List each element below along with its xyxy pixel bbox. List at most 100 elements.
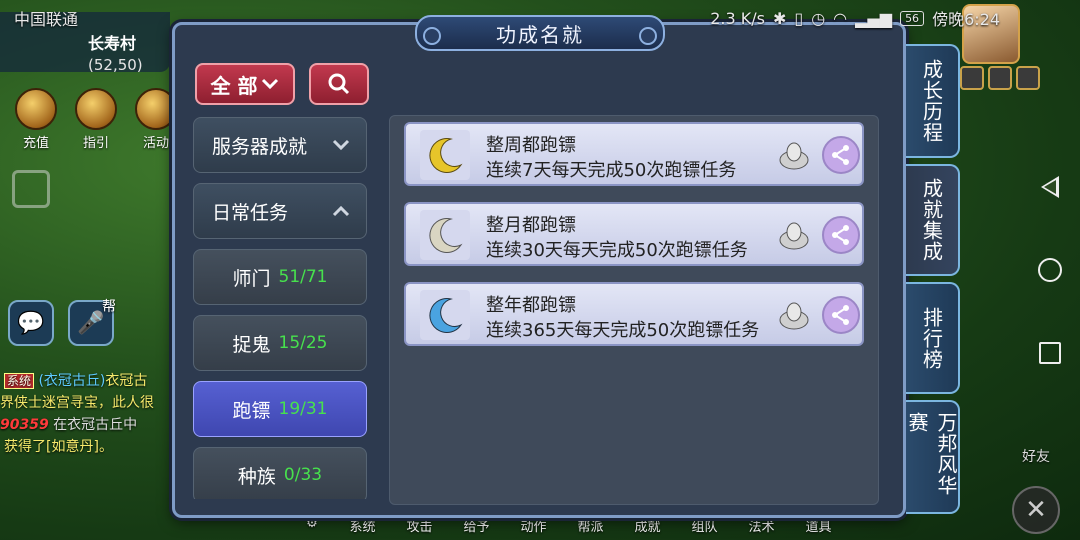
- achievement-row[interactable]: 整周都跑镖 连续7天每天完成50次跑镖任务: [404, 122, 864, 186]
- chat-line4-suffix: 。: [98, 439, 113, 455]
- chat-button[interactable]: 💬: [8, 300, 54, 346]
- menu-system[interactable]: 系统: [334, 516, 391, 540]
- location-coords: (52,50): [88, 56, 143, 74]
- tab-achievements[interactable]: 成就集成: [906, 164, 960, 276]
- net-speed: 2.3 K/s: [710, 8, 765, 28]
- microphone-icon: 🎤: [77, 310, 105, 336]
- lotus-icon: [779, 142, 809, 170]
- settings-gear-icon[interactable]: ⚙: [290, 516, 334, 540]
- recharge-label: 充值: [22, 136, 49, 151]
- menu-action[interactable]: 动作: [505, 516, 562, 540]
- close-icon[interactable]: ✕: [1012, 486, 1060, 534]
- tab-ranking[interactable]: 排行榜: [906, 282, 960, 394]
- chevron-down-icon: [262, 78, 279, 90]
- share-icon: [832, 145, 849, 165]
- chat-line1: 衣冠古: [105, 373, 148, 389]
- category-race[interactable]: 种族 0/33: [193, 447, 367, 499]
- achievement-row[interactable]: 整月都跑镖 连续30天每天完成50次跑镖任务: [404, 202, 864, 266]
- alarm-icon: ◷: [811, 8, 826, 28]
- search-button[interactable]: [309, 63, 369, 105]
- share-button[interactable]: [822, 136, 860, 174]
- category-label: 日常任务: [212, 201, 289, 224]
- hud-icon-row: 充值 指引 活动: [10, 88, 182, 151]
- lotus-icon: [779, 302, 809, 330]
- category-count: 15/25: [278, 333, 328, 353]
- chat-item-link[interactable]: [如意丹]: [46, 439, 99, 455]
- category-list[interactable]: 服务器成就 日常任务 师门 51/71 捉鬼 15/25 跑镖 19/31 种族…: [193, 117, 367, 499]
- status-right: 2.3 K/s ✱ ▯ ◷ ◠ ▂▄▆ 56 傍晚6:24: [710, 6, 1000, 30]
- chat-line4-prefix: 获得了: [4, 439, 46, 455]
- tab-growth[interactable]: 成长历程: [906, 44, 960, 158]
- menu-magic[interactable]: 法术: [733, 516, 790, 540]
- moon-icon: [420, 130, 470, 180]
- android-nav-bar: [1020, 0, 1080, 540]
- guide-button[interactable]: 指引: [70, 88, 122, 151]
- category-count: 19/31: [278, 399, 328, 419]
- achievement-title: 整月都跑镖: [486, 215, 576, 236]
- filter-dropdown[interactable]: 全 部: [195, 63, 295, 105]
- menu-items[interactable]: 道具: [790, 516, 847, 540]
- category-label: 师门: [232, 267, 271, 290]
- category-label: 捉鬼: [232, 333, 271, 356]
- achievement-desc: 连续7天每天完成50次跑镖任务: [486, 160, 737, 181]
- guide-icon: [75, 88, 117, 130]
- category-count: 51/71: [278, 267, 328, 287]
- guide-label: 指引: [82, 136, 109, 151]
- chest-icon: [15, 88, 57, 130]
- back-icon[interactable]: [1041, 176, 1059, 198]
- wifi-icon: ◠: [833, 8, 848, 28]
- clock: 傍晚6:24: [932, 10, 1000, 29]
- bluetooth-icon: ✱: [772, 8, 787, 28]
- moon-icon: [420, 290, 470, 340]
- tab-tournament[interactable]: 万邦风华赛: [905, 400, 960, 514]
- achievement-row[interactable]: 整年都跑镖 连续365天每天完成50次跑镖任务: [404, 282, 864, 346]
- chat-line2: 界侠士迷宫寻宝，此人很: [0, 395, 154, 411]
- chevron-down-icon: [332, 139, 350, 151]
- category-count: 0/33: [283, 465, 323, 485]
- home-icon[interactable]: [1038, 258, 1062, 282]
- share-icon: [832, 305, 849, 325]
- category-daily-tasks[interactable]: 日常任务: [193, 183, 367, 239]
- carrier-label: 中国联通: [14, 10, 79, 29]
- lotus-icon: [779, 222, 809, 250]
- category-label: 服务器成就: [212, 135, 308, 158]
- search-icon: [328, 73, 350, 95]
- menu-attack[interactable]: 攻击: [391, 516, 448, 540]
- chevron-up-icon: [332, 205, 350, 217]
- achievement-desc: 连续365天每天完成50次跑镖任务: [486, 320, 760, 341]
- signal-icon: ▂▄▆: [855, 8, 893, 28]
- moon-icon: [420, 210, 470, 260]
- filter-label: 全 部: [210, 73, 258, 98]
- chat-line3: 在衣冠古丘中: [53, 417, 138, 433]
- menu-achievement[interactable]: 成就: [619, 516, 676, 540]
- achievement-desc: 连续30天每天完成50次跑镖任务: [486, 240, 748, 261]
- category-escort[interactable]: 跑镖 19/31: [193, 381, 367, 437]
- category-ghost[interactable]: 捉鬼 15/25: [193, 315, 367, 371]
- category-server-achievements[interactable]: 服务器成就: [193, 117, 367, 173]
- buff-icon[interactable]: [960, 66, 984, 90]
- chat-bubble-icon: 💬: [17, 310, 45, 336]
- recent-apps-icon[interactable]: [1039, 342, 1061, 364]
- vibrate-icon: ▯: [794, 8, 804, 28]
- menu-give[interactable]: 给予: [448, 516, 505, 540]
- recharge-button[interactable]: 充值: [10, 88, 62, 151]
- achievement-title: 整年都跑镖: [486, 295, 576, 316]
- category-master[interactable]: 师门 51/71: [193, 249, 367, 305]
- achievement-panel: 功成名就 全 部 服务器成就 日常任务 师门 51/71 捉鬼 15/25 跑镖…: [172, 15, 906, 518]
- status-bar: 中国联通 2.3 K/s ✱ ▯ ◷ ◠ ▂▄▆ 56 傍晚6:24: [0, 0, 1020, 36]
- menu-team[interactable]: 组队: [676, 516, 733, 540]
- achievement-title: 整周都跑镖: [486, 135, 576, 156]
- menu-guild[interactable]: 帮派: [562, 516, 619, 540]
- system-tag: 系统: [4, 373, 35, 389]
- category-label: 种族: [237, 465, 276, 488]
- share-button[interactable]: [822, 216, 860, 254]
- help-label: 帮: [102, 299, 116, 315]
- achievement-list[interactable]: 整周都跑镖 连续7天每天完成50次跑镖任务 整月都跑镖 连续30天每天完成50次…: [389, 115, 879, 505]
- chat-player-number: 90359: [0, 417, 49, 433]
- expand-icon[interactable]: [12, 170, 50, 208]
- buff-icon[interactable]: [988, 66, 1012, 90]
- bottom-menu: ⚙ 系统 攻击 给予 动作 帮派 成就 组队 法术 道具: [290, 516, 1010, 540]
- share-icon: [832, 225, 849, 245]
- share-button[interactable]: [822, 296, 860, 334]
- chat-log[interactable]: 系统 (衣冠古丘)衣冠古 界侠士迷宫寻宝，此人很 90359 在衣冠古丘中 获得…: [0, 370, 178, 458]
